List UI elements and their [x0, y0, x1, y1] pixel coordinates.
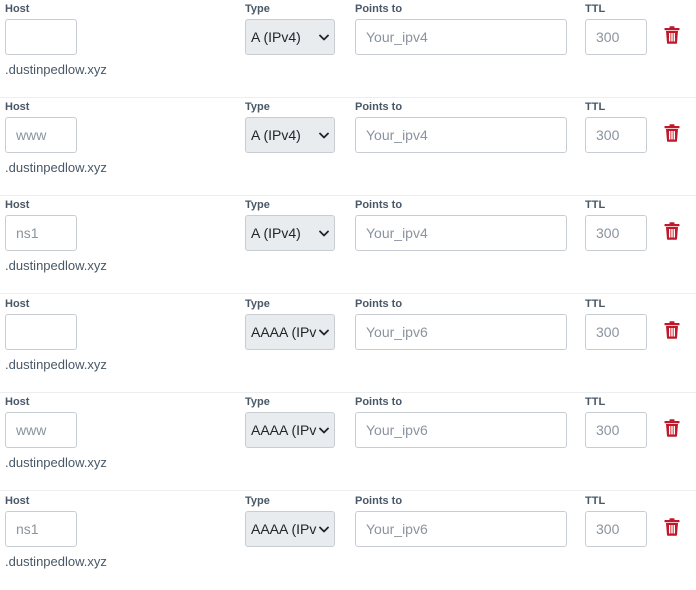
type-label: Type — [245, 199, 270, 211]
record-type-select[interactable]: A (IPv4) — [245, 117, 335, 153]
ttl-label: TTL — [585, 199, 606, 211]
domain-suffix: .dustinpedlow.xyz — [5, 258, 107, 273]
points-to-input[interactable]: Your_ipv6 — [355, 511, 567, 547]
ttl-label: TTL — [585, 298, 606, 310]
host-label: Host — [5, 199, 30, 211]
points-to-input[interactable]: Your_ipv4 — [355, 215, 567, 251]
type-label: Type — [245, 298, 270, 310]
ttl-input[interactable]: 300 — [585, 511, 647, 547]
domain-suffix: .dustinpedlow.xyz — [5, 357, 107, 372]
trash-icon[interactable] — [664, 26, 680, 44]
ttl-input[interactable]: 300 — [585, 117, 647, 153]
points-to-label: Points to — [355, 396, 403, 408]
record-type-select[interactable]: AAAA (IPv6) — [245, 511, 335, 547]
host-label: Host — [5, 495, 30, 507]
domain-suffix: .dustinpedlow.xyz — [5, 455, 107, 470]
ttl-input[interactable]: 300 — [585, 412, 647, 448]
host-input[interactable]: www — [5, 117, 77, 153]
type-label: Type — [245, 101, 270, 113]
host-label: Host — [5, 396, 30, 408]
trash-icon[interactable] — [664, 518, 680, 536]
points-to-input[interactable]: Your_ipv6 — [355, 314, 567, 350]
host-input[interactable]: www — [5, 412, 77, 448]
trash-icon[interactable] — [664, 419, 680, 437]
trash-icon[interactable] — [664, 321, 680, 339]
host-label: Host — [5, 298, 30, 310]
host-label: Host — [5, 101, 30, 113]
chevron-down-icon — [317, 315, 331, 349]
dns-record-row: Host Type Points to TTL www AAAA (IPv6) … — [0, 393, 696, 491]
points-to-input[interactable]: Your_ipv4 — [355, 117, 567, 153]
chevron-down-icon — [317, 118, 331, 152]
chevron-down-icon — [317, 512, 331, 546]
ttl-input[interactable]: 300 — [585, 314, 647, 350]
points-to-label: Points to — [355, 3, 403, 15]
points-to-label: Points to — [355, 495, 403, 507]
type-label: Type — [245, 3, 270, 15]
points-to-label: Points to — [355, 298, 403, 310]
record-type-select[interactable]: A (IPv4) — [245, 215, 335, 251]
dns-record-row: Host Type Points to TTL ns1 AAAA (IPv6) … — [0, 492, 696, 590]
domain-suffix: .dustinpedlow.xyz — [5, 554, 107, 569]
points-to-input[interactable]: Your_ipv4 — [355, 19, 567, 55]
ttl-label: TTL — [585, 101, 606, 113]
ttl-label: TTL — [585, 495, 606, 507]
record-type-select[interactable]: AAAA (IPv6) — [245, 412, 335, 448]
dns-record-row: Host Type Points to TTL www A (IPv4) You… — [0, 98, 696, 196]
dns-record-row: Host Type Points to TTL AAAA (IPv6) Your… — [0, 295, 696, 393]
record-type-select[interactable]: A (IPv4) — [245, 19, 335, 55]
record-type-value: A (IPv4) — [251, 225, 301, 241]
host-label: Host — [5, 3, 30, 15]
ttl-label: TTL — [585, 396, 606, 408]
ttl-input[interactable]: 300 — [585, 19, 647, 55]
trash-icon[interactable] — [664, 222, 680, 240]
host-input[interactable]: ns1 — [5, 215, 77, 251]
record-type-value: A (IPv4) — [251, 127, 301, 143]
host-input[interactable] — [5, 314, 77, 350]
host-input[interactable]: ns1 — [5, 511, 77, 547]
dns-records-form: Host Type Points to TTL A (IPv4) Your_ip… — [0, 0, 696, 570]
points-to-label: Points to — [355, 101, 403, 113]
ttl-label: TTL — [585, 3, 606, 15]
points-to-input[interactable]: Your_ipv6 — [355, 412, 567, 448]
record-type-value: AAAA (IPv6) — [251, 422, 321, 438]
domain-suffix: .dustinpedlow.xyz — [5, 160, 107, 175]
chevron-down-icon — [317, 413, 331, 447]
dns-record-row: Host Type Points to TTL ns1 A (IPv4) You… — [0, 196, 696, 294]
record-type-value: AAAA (IPv6) — [251, 324, 321, 340]
trash-icon[interactable] — [664, 124, 680, 142]
chevron-down-icon — [317, 216, 331, 250]
record-type-value: AAAA (IPv6) — [251, 521, 321, 537]
dns-record-row: Host Type Points to TTL A (IPv4) Your_ip… — [0, 0, 696, 98]
ttl-input[interactable]: 300 — [585, 215, 647, 251]
chevron-down-icon — [317, 20, 331, 54]
host-input[interactable] — [5, 19, 77, 55]
record-type-value: A (IPv4) — [251, 29, 301, 45]
type-label: Type — [245, 495, 270, 507]
domain-suffix: .dustinpedlow.xyz — [5, 62, 107, 77]
record-type-select[interactable]: AAAA (IPv6) — [245, 314, 335, 350]
points-to-label: Points to — [355, 199, 403, 211]
type-label: Type — [245, 396, 270, 408]
